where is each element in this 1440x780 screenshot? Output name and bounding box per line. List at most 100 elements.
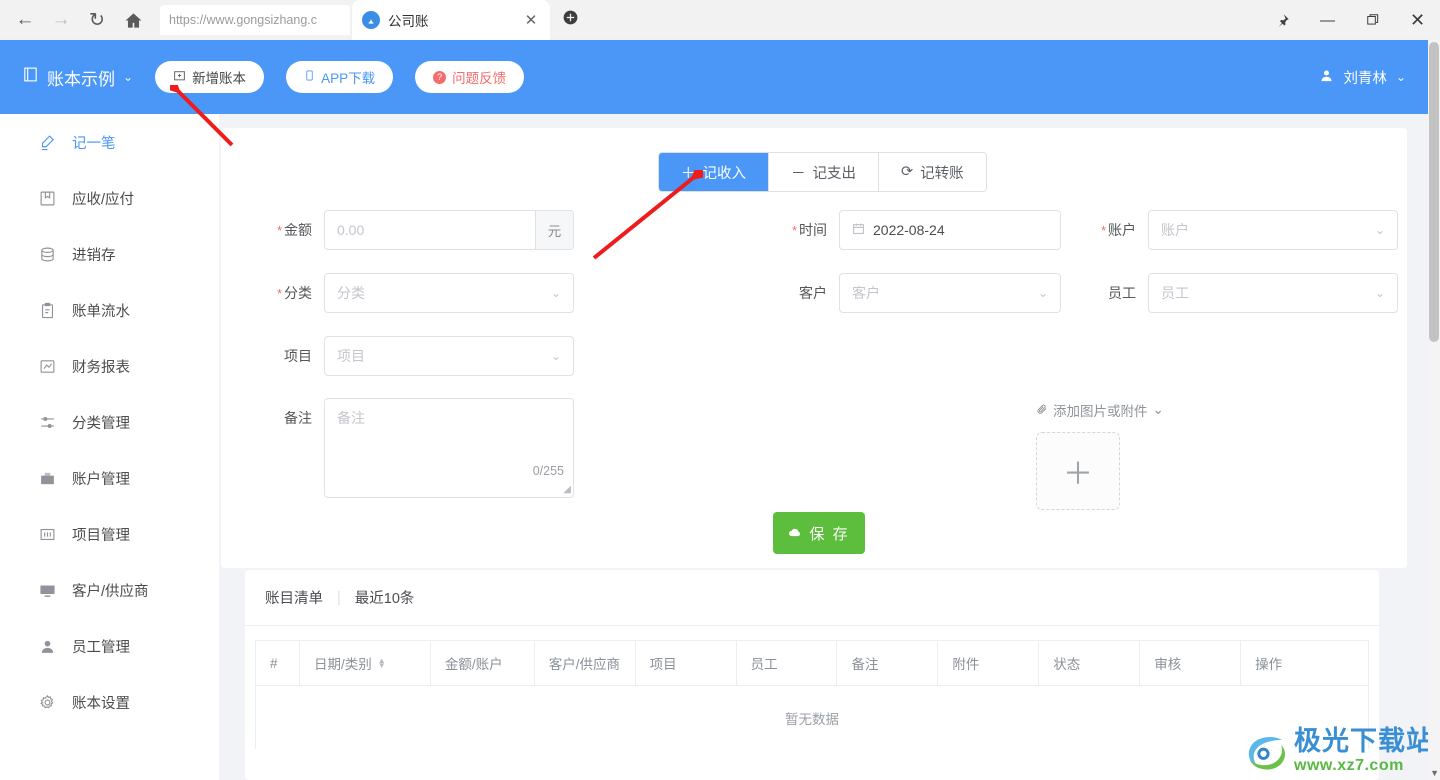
vertical-scrollbar[interactable]: ▼ [1428,40,1440,780]
account-select[interactable]: 账户 ⌄ [1148,210,1398,250]
sidebar-item-inventory[interactable]: 进销存 [0,226,219,282]
entry-type-tabs: ＋ 记收入 － 记支出 ⟳ 记转账 [658,152,987,192]
project-icon [38,525,56,543]
category-select[interactable]: 分类 ⌄ [324,273,574,313]
field-project: 项目 项目 ⌄ [262,336,574,376]
minimize-button[interactable]: — [1305,0,1350,40]
close-icon[interactable]: ✕ [522,11,540,29]
amount-placeholder: 0.00 [337,222,365,238]
tab-title: 公司账 [388,14,429,29]
feedback-button[interactable]: ? 问题反馈 [415,61,525,93]
watermark-logo-icon [1248,737,1286,770]
sidebar-item-financial-report[interactable]: 财务报表 [0,338,219,394]
staff-label: 员工 [1108,285,1136,301]
tab-label: 记收入 [702,165,747,182]
app-download-button[interactable]: APP下载 [286,61,394,93]
save-button[interactable]: 保 存 [773,512,865,554]
tab-record-transfer[interactable]: ⟳ 记转账 [879,153,986,191]
home-icon[interactable] [116,3,150,37]
resize-handle-icon[interactable]: ◢ [563,484,571,495]
amount-unit-suffix: 元 [535,211,573,249]
add-ledger-label: 新增账本 [192,71,247,86]
user-name: 刘青林 [1343,70,1387,87]
sidebar-item-staff-management[interactable]: 员工管理 [0,618,219,674]
form-row-1: 金额 0.00 元 时间 2022-08-24 账户 账户 [221,210,1407,251]
pin-icon[interactable] [1260,0,1305,40]
column-label: 日期/类别 [313,657,372,672]
url-bar[interactable]: https://www.gongsizhang.c [160,5,350,35]
amount-input[interactable]: 0.00 元 [324,210,574,250]
reload-icon[interactable]: ↻ [80,3,114,37]
ledger-name: 账本示例 [47,69,115,89]
sidebar-item-project-management[interactable]: 项目管理 [0,506,219,562]
browser-nav-buttons: ← → ↻ [0,3,150,37]
database-icon [38,245,56,263]
add-attachment-button[interactable]: ＋ [1036,432,1120,510]
add-ledger-button[interactable]: 新增账本 [155,61,265,93]
project-select[interactable]: 项目 ⌄ [324,336,574,376]
sidebar-item-label: 账本设置 [72,695,130,712]
remark-counter: 0/255 [532,464,564,478]
paperclip-icon [1036,403,1048,418]
forward-arrow-icon[interactable]: → [44,3,78,37]
scrollbar-thumb[interactable] [1429,42,1439,342]
tab-record-income[interactable]: ＋ 记收入 [659,153,769,191]
sort-icon[interactable]: ▲ ▼ [378,657,386,670]
sidebar-item-customer-supplier[interactable]: 客户/供应商 [0,562,219,618]
column-status: 状态 [1039,641,1141,685]
table-empty-state: 暂无数据 [256,685,1368,749]
window-controls: — ✕ [1260,0,1440,40]
chevron-down-icon: ⌄ [1037,286,1048,300]
sidebar: 记一笔 应收/应付 进销存 账单流水 财务报表 分类管理 账户管理 项目管理 客… [0,114,219,780]
wallet-icon [38,469,56,487]
sidebar-item-record[interactable]: 记一笔 [0,114,219,170]
sidebar-item-ledger-settings[interactable]: 账本设置 [0,674,219,730]
sidebar-item-label: 客户/供应商 [72,583,149,600]
sidebar-item-bill-flow[interactable]: 账单流水 [0,282,219,338]
sidebar-item-receivable-payable[interactable]: 应收/应付 [0,170,219,226]
sidebar-item-account-management[interactable]: 账户管理 [0,450,219,506]
user-icon [38,637,56,655]
remark-textarea[interactable]: 备注 [324,398,574,498]
entry-list-subtitle[interactable]: 最近10条 [355,587,415,608]
entry-table: # 日期/类别 ▲ ▼ 金额/账户 客户/供应商 项目 员工 备注 附件 状态 审… [255,640,1369,749]
customer-select[interactable]: 客户 ⌄ [839,273,1061,313]
column-attachment: 附件 [938,641,1040,685]
entry-list-card: 账目清单 | 最近10条 # 日期/类别 ▲ ▼ 金额/账户 客户/供应商 项目 … [245,570,1379,780]
browser-chrome: ← → ↻ https://www.gongsizhang.c 公司账 ✕ — … [0,0,1440,40]
monitor-icon [38,581,56,599]
header-divider: | [337,589,341,606]
save-label: 保 存 [809,525,850,543]
staff-placeholder: 员工 [1161,285,1189,301]
time-value: 2022-08-24 [873,222,945,238]
staff-select[interactable]: 员工 ⌄ [1148,273,1398,313]
time-input[interactable]: 2022-08-24 [839,210,1061,250]
sidebar-item-label: 账户管理 [72,471,130,488]
ledger-selector[interactable]: 账本示例 ⌄ [22,65,133,90]
scroll-down-arrow-icon[interactable]: ▼ [1430,768,1439,778]
field-remark: 备注 备注 0/255 ◢ [262,398,574,498]
tab-label: 记转账 [920,165,964,182]
transfer-icon: ⟳ [901,164,914,180]
pen-icon [38,133,56,151]
attachment-label-row[interactable]: 添加图片或附件 ⌄ [1036,400,1164,420]
browser-tab[interactable]: 公司账 ✕ [352,0,550,40]
maximize-button[interactable] [1350,0,1395,40]
column-remark: 备注 [837,641,939,685]
column-date-category[interactable]: 日期/类别 ▲ ▼ [300,641,431,685]
tab-record-expense[interactable]: － 记支出 [769,153,879,191]
new-tab-button[interactable] [558,10,582,30]
attachment-section: 添加图片或附件 ⌄ ＋ [1036,400,1164,510]
back-arrow-icon[interactable]: ← [8,3,42,37]
column-operation: 操作 [1255,657,1283,672]
site-favicon-icon [362,11,380,29]
sidebar-item-label: 记一笔 [72,135,116,152]
cloud-icon [788,525,802,542]
entry-list-title: 账目清单 [265,591,323,607]
app-download-label: APP下载 [321,71,376,86]
user-menu[interactable]: 刘青林 ⌄ [1319,67,1406,88]
tab-label: 记支出 [812,165,857,182]
sidebar-item-category-management[interactable]: 分类管理 [0,394,219,450]
attachment-label: 添加图片或附件 [1053,404,1148,419]
close-window-button[interactable]: ✕ [1395,0,1440,40]
